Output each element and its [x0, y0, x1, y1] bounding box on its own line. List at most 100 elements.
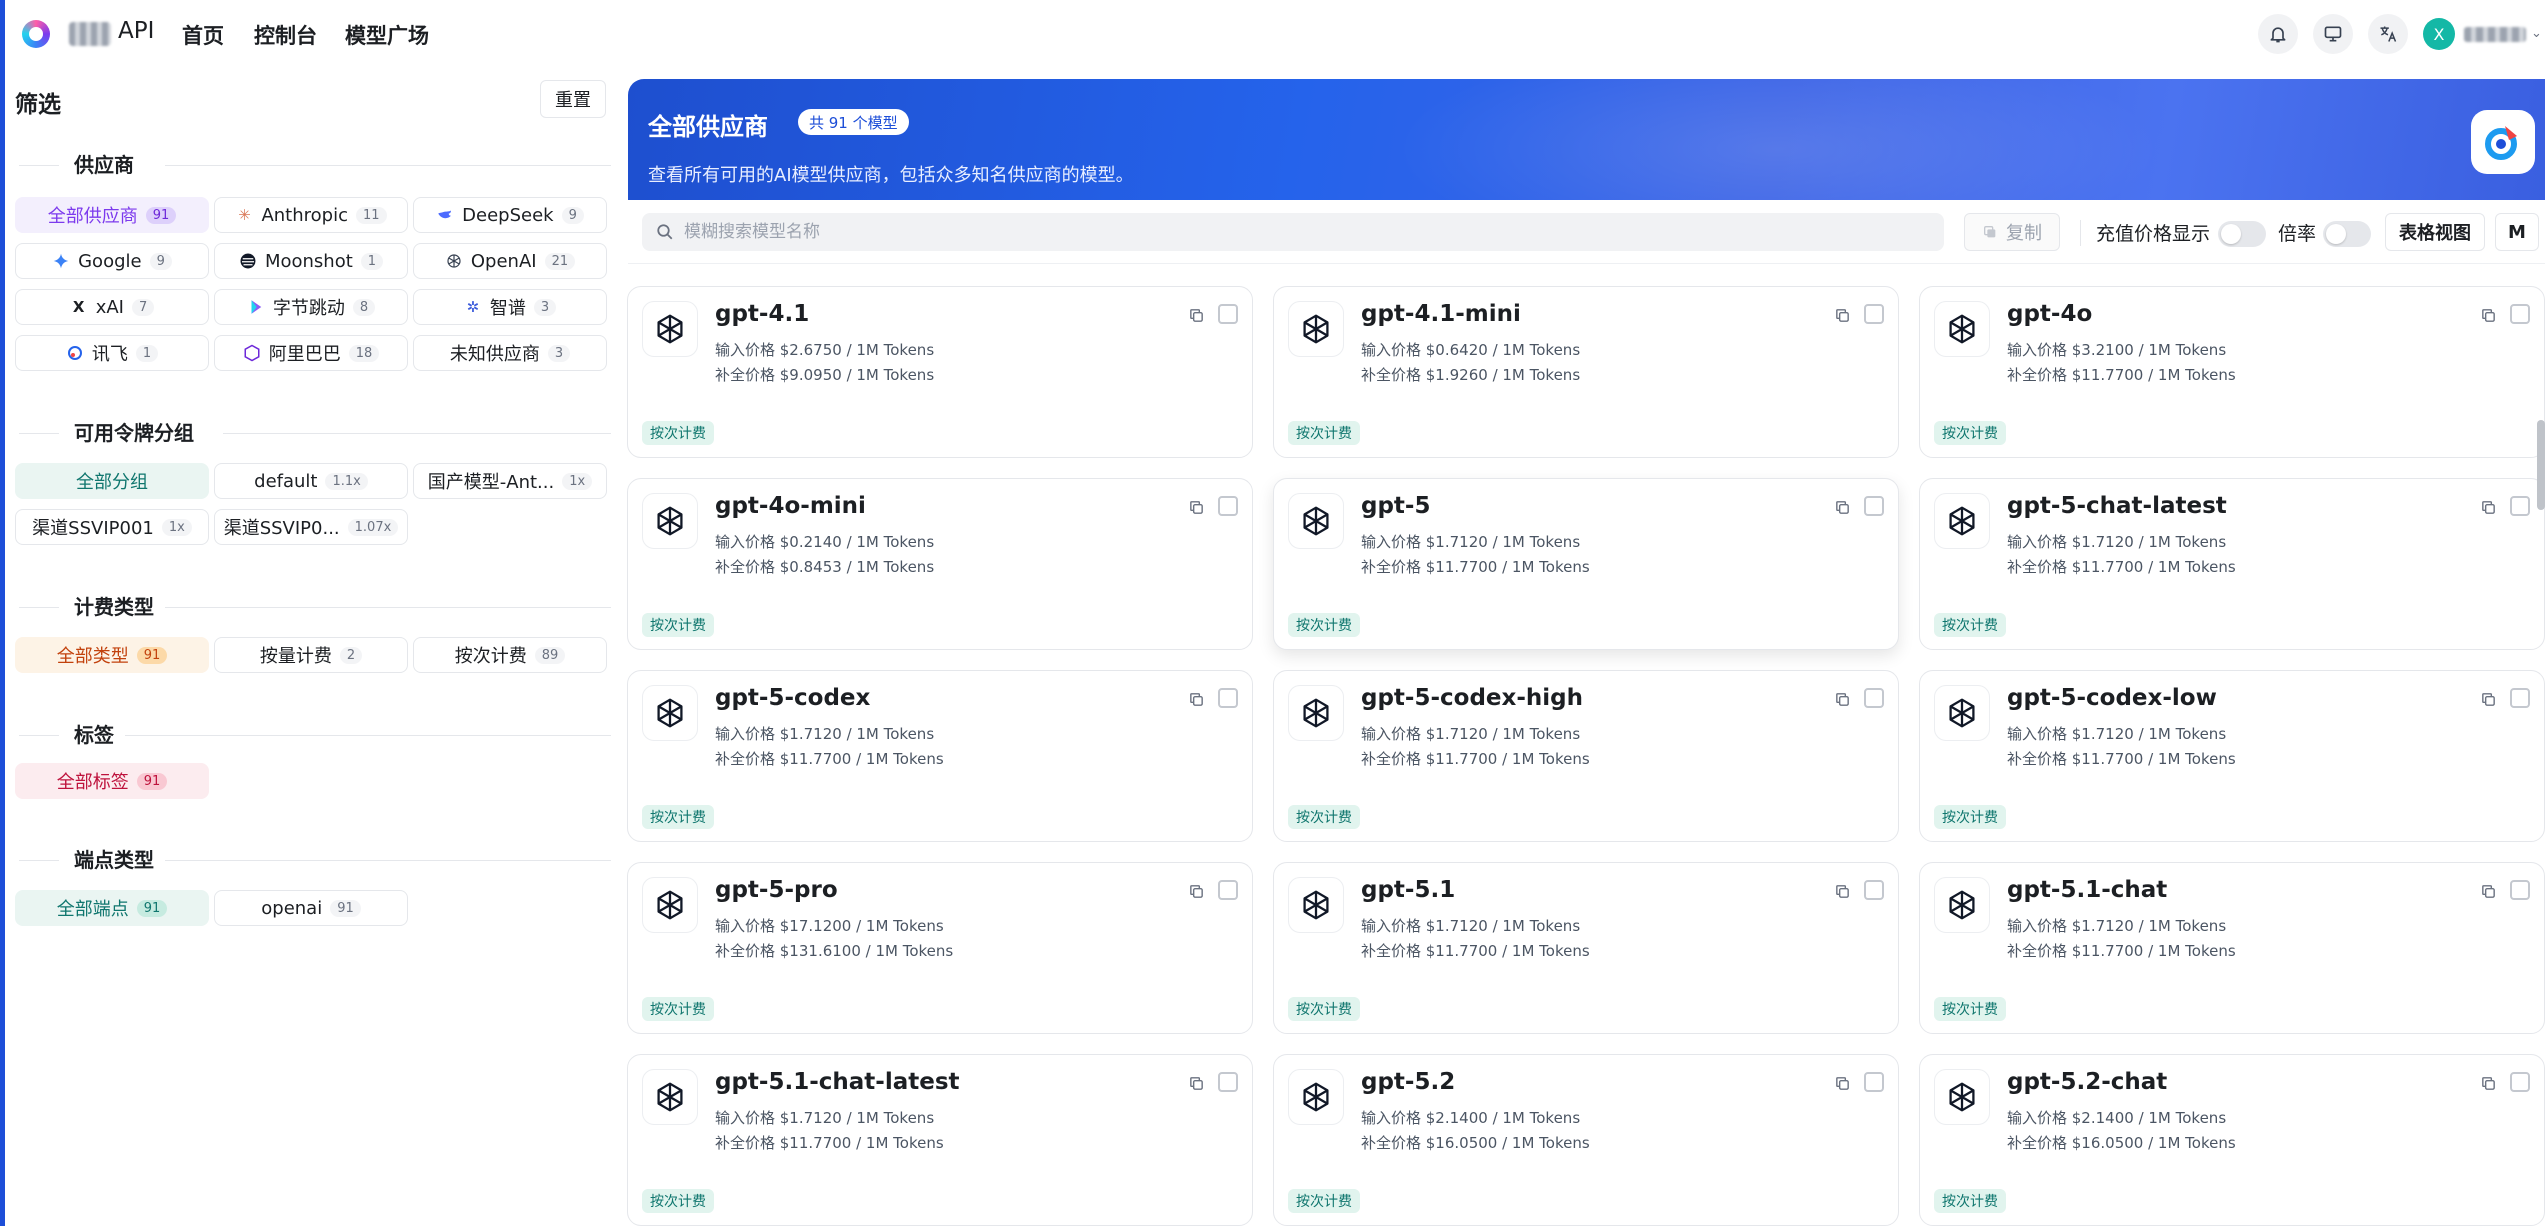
group-chip-ssvip001[interactable]: 渠道SSVIP001 1x — [15, 509, 209, 545]
provider-chip-xunfei[interactable]: 讯飞 1 — [15, 335, 209, 371]
copy-icon[interactable] — [1184, 1071, 1208, 1095]
search-input[interactable] — [684, 222, 1884, 242]
divider — [19, 607, 59, 608]
select-checkbox[interactable] — [2510, 496, 2530, 516]
select-checkbox[interactable] — [1218, 688, 1238, 708]
search-box[interactable] — [642, 213, 1944, 251]
provider-chip-bytedance[interactable]: 字节跳动 8 — [214, 289, 408, 325]
select-checkbox[interactable] — [1864, 304, 1884, 324]
copy-icon[interactable] — [2476, 303, 2500, 327]
ratio-toggle[interactable] — [2323, 221, 2371, 247]
select-checkbox[interactable] — [1864, 688, 1884, 708]
group-chip-domestic[interactable]: 国产模型-Ant... 1x — [413, 463, 607, 499]
divider — [223, 433, 611, 434]
user-avatar[interactable]: X — [2423, 18, 2455, 50]
page-scrollbar[interactable] — [2537, 420, 2545, 510]
copy-icon[interactable] — [1830, 687, 1854, 711]
provider-chip-zhipu[interactable]: ✲ 智谱 3 — [413, 289, 607, 325]
copy-icon[interactable] — [2476, 1071, 2500, 1095]
provider-chip-google[interactable]: Google 9 — [15, 243, 209, 279]
model-card[interactable]: gpt-5 输入价格 $1.7120 / 1M Tokens 补全价格 $11.… — [1273, 478, 1899, 650]
copy-icon[interactable] — [1184, 879, 1208, 903]
provider-chip-xai[interactable]: X xAI 7 — [15, 289, 209, 325]
model-card[interactable]: gpt-5-chat-latest 输入价格 $1.7120 / 1M Toke… — [1919, 478, 2545, 650]
completion-price: 补全价格 $9.0950 / 1M Tokens — [715, 366, 935, 384]
copy-icon[interactable] — [1830, 495, 1854, 519]
chip-label: 阿里巴巴 — [268, 344, 341, 365]
group-chip-all[interactable]: 全部分组 — [15, 463, 209, 499]
username-blurred[interactable] — [2464, 27, 2526, 42]
select-checkbox[interactable] — [1864, 1072, 1884, 1092]
select-checkbox[interactable] — [1864, 496, 1884, 516]
copy-icon[interactable] — [1184, 687, 1208, 711]
model-card[interactable]: gpt-5.1-chat 输入价格 $1.7120 / 1M Tokens 补全… — [1919, 862, 2545, 1034]
provider-chip-openai[interactable]: OpenAI 21 — [413, 243, 607, 279]
chip-label: xAI — [95, 296, 124, 318]
copy-icon[interactable] — [1830, 879, 1854, 903]
model-card[interactable]: gpt-5-codex-low 输入价格 $1.7120 / 1M Tokens… — [1919, 670, 2545, 842]
model-card[interactable]: gpt-5-codex 输入价格 $1.7120 / 1M Tokens 补全价… — [627, 670, 1253, 842]
provider-chip-alibaba[interactable]: 阿里巴巴 18 — [214, 335, 408, 371]
chip-label: 渠道SSVIP001 — [32, 518, 154, 539]
copy-icon[interactable] — [1830, 1071, 1854, 1095]
provider-chip-deepseek[interactable]: DeepSeek 9 — [413, 197, 607, 233]
notification-button[interactable] — [2258, 14, 2298, 54]
provider-chip-moonshot[interactable]: Moonshot 1 — [214, 243, 408, 279]
model-card[interactable]: gpt-5.1-chat-latest 输入价格 $1.7120 / 1M To… — [627, 1054, 1253, 1226]
select-checkbox[interactable] — [2510, 304, 2530, 324]
billing-chip-per-call[interactable]: 按次计费 89 — [413, 637, 607, 673]
table-view-button[interactable]: 表格视图 — [2385, 213, 2485, 251]
endpoint-chip-openai[interactable]: openai 91 — [214, 890, 408, 926]
select-checkbox[interactable] — [2510, 880, 2530, 900]
model-card[interactable]: gpt-5.2 输入价格 $2.1400 / 1M Tokens 补全价格 $1… — [1273, 1054, 1899, 1226]
copy-icon[interactable] — [1830, 303, 1854, 327]
copy-icon[interactable] — [2476, 687, 2500, 711]
select-checkbox[interactable] — [2510, 688, 2530, 708]
model-card[interactable]: gpt-4.1 输入价格 $2.6750 / 1M Tokens 补全价格 $9… — [627, 286, 1253, 458]
model-card[interactable]: gpt-4.1-mini 输入价格 $0.6420 / 1M Tokens 补全… — [1273, 286, 1899, 458]
provider-chip-all[interactable]: 全部供应商 91 — [15, 197, 209, 233]
select-checkbox[interactable] — [1218, 496, 1238, 516]
select-checkbox[interactable] — [1218, 304, 1238, 324]
provider-chip-unknown[interactable]: 未知供应商 3 — [413, 335, 607, 371]
xai-icon: X — [72, 298, 85, 316]
copy-icon[interactable] — [1184, 303, 1208, 327]
billing-chip-usage[interactable]: 按量计费 2 — [214, 637, 408, 673]
tag-chip-all[interactable]: 全部标签 91 — [15, 763, 209, 799]
copy-icon[interactable] — [1184, 495, 1208, 519]
group-chip-ssvip0[interactable]: 渠道SSVIP0... 1.07x — [214, 509, 408, 545]
model-card[interactable]: gpt-5.1 输入价格 $1.7120 / 1M Tokens 补全价格 $1… — [1273, 862, 1899, 1034]
brand-api-label[interactable]: API — [118, 18, 154, 44]
language-button[interactable] — [2368, 14, 2408, 54]
select-checkbox[interactable] — [1218, 880, 1238, 900]
provider-chip-anthropic[interactable]: ✳ Anthropic 11 — [214, 197, 408, 233]
chevron-down-icon[interactable]: ⌄ — [2531, 26, 2542, 41]
nav-model-square[interactable]: 模型广场 — [345, 20, 429, 50]
copy-icon[interactable] — [2476, 879, 2500, 903]
copy-icon[interactable] — [2476, 495, 2500, 519]
billing-chip-all[interactable]: 全部类型 91 — [15, 637, 209, 673]
model-card[interactable]: gpt-4o-mini 输入价格 $0.2140 / 1M Tokens 补全价… — [627, 478, 1253, 650]
model-card[interactable]: gpt-5-codex-high 输入价格 $1.7120 / 1M Token… — [1273, 670, 1899, 842]
openai-icon — [1288, 685, 1344, 741]
input-price: 输入价格 $0.6420 / 1M Tokens — [1361, 341, 1581, 359]
reset-button[interactable]: 重置 — [540, 80, 606, 118]
site-logo[interactable] — [22, 20, 50, 48]
select-checkbox[interactable] — [1864, 880, 1884, 900]
nav-home[interactable]: 首页 — [182, 20, 224, 50]
endpoint-chip-all[interactable]: 全部端点 91 — [15, 890, 209, 926]
nav-console[interactable]: 控制台 — [254, 20, 317, 50]
copy-button[interactable]: 复制 — [1964, 213, 2060, 251]
select-checkbox[interactable] — [1218, 1072, 1238, 1092]
select-checkbox[interactable] — [2510, 1072, 2530, 1092]
moonshot-icon — [239, 252, 257, 270]
recharge-price-toggle[interactable] — [2218, 221, 2266, 247]
model-card[interactable]: gpt-4o 输入价格 $3.2100 / 1M Tokens 补全价格 $11… — [1919, 286, 2545, 458]
group-chip-default[interactable]: default 1.1x — [214, 463, 408, 499]
chip-label: openai — [261, 897, 323, 919]
theme-button[interactable] — [2313, 14, 2353, 54]
m-button[interactable]: M — [2495, 213, 2539, 251]
openai-icon — [642, 685, 698, 741]
model-card[interactable]: gpt-5.2-chat 输入价格 $2.1400 / 1M Tokens 补全… — [1919, 1054, 2545, 1226]
model-card[interactable]: gpt-5-pro 输入价格 $17.1200 / 1M Tokens 补全价格… — [627, 862, 1253, 1034]
